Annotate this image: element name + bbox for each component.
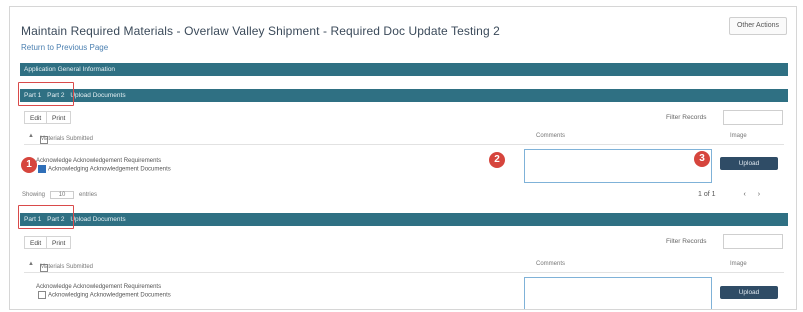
highlight-box-tabs-2 <box>18 205 74 229</box>
comments-textarea[interactable] <box>524 149 712 183</box>
annotation-marker-2: 2 <box>489 152 505 168</box>
filter-label: Filter Records <box>666 238 707 245</box>
filter-input[interactable] <box>723 234 783 249</box>
sort-icon[interactable]: ▲ <box>28 261 34 267</box>
row-requirement-text: Acknowledge Acknowledgement Requirements <box>36 158 162 164</box>
upload-button[interactable]: Upload <box>720 286 778 299</box>
comments-textarea[interactable] <box>524 277 712 309</box>
section-1-bar-label: Upload Documents <box>70 92 126 99</box>
pagination: 1 of 1 ‹ › <box>698 191 760 198</box>
table-footer: Showing 10 entries <box>22 191 98 199</box>
edit-button[interactable]: Edit <box>24 236 48 249</box>
application-info-bar: Application General Information <box>20 63 788 76</box>
row-document-item[interactable]: Acknowledging Acknowledgement Documents <box>38 291 171 300</box>
other-actions-button[interactable]: Other Actions <box>728 17 787 35</box>
row-checkbox[interactable] <box>38 165 46 173</box>
page-frame: Maintain Required Materials - Overlaw Va… <box>9 6 797 310</box>
print-button[interactable]: Print <box>46 111 72 124</box>
row-requirement-text: Acknowledge Acknowledgement Requirements <box>36 284 162 290</box>
prev-page-icon[interactable]: ‹ <box>743 191 745 198</box>
row-checkbox[interactable] <box>38 291 46 299</box>
filter-label: Filter Records <box>666 114 707 121</box>
column-image: Image <box>730 261 747 267</box>
table-header: ▲ Materials Submitted Comments Image <box>24 258 784 273</box>
highlight-box-tabs-1 <box>18 82 74 106</box>
upload-button[interactable]: Upload <box>720 157 778 170</box>
section-1-bar: Part 1 Part 2 Upload Documents <box>20 89 788 102</box>
edit-button[interactable]: Edit <box>24 111 48 124</box>
table-header: ▲ Materials Submitted Comments Image <box>24 130 784 145</box>
next-page-icon[interactable]: › <box>758 191 760 198</box>
print-button[interactable]: Print <box>46 236 72 249</box>
section-2-bar-label: Upload Documents <box>70 216 126 223</box>
row-document-item[interactable]: Acknowledging Acknowledgement Documents <box>38 165 171 174</box>
filter-input[interactable] <box>723 110 783 125</box>
return-link[interactable]: Return to Previous Page <box>21 43 108 52</box>
column-image: Image <box>730 133 747 139</box>
column-comments: Comments <box>536 261 566 267</box>
column-comments: Comments <box>536 133 566 139</box>
annotation-marker-3: 3 <box>694 151 710 167</box>
sort-icon[interactable]: ▲ <box>28 133 34 139</box>
annotation-marker-1: 1 <box>21 157 37 173</box>
page-info: 1 of 1 <box>698 191 716 198</box>
page-title: Maintain Required Materials - Overlaw Va… <box>21 24 500 38</box>
page-size-select[interactable]: 10 <box>49 191 75 199</box>
section-2-bar: Part 1 Part 2 Upload Documents <box>20 213 788 226</box>
